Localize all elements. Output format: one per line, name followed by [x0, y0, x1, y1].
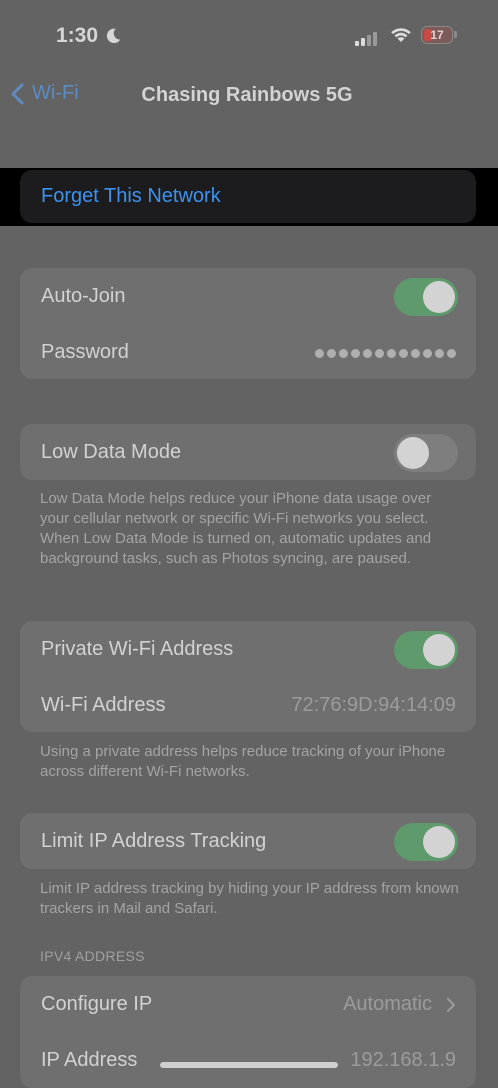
low-data-group: Low Data Mode — [20, 424, 476, 480]
configure-ip-value: Automatic — [343, 993, 432, 1015]
chevron-right-icon — [447, 998, 455, 1012]
navigation-bar: Wi-Fi Chasing Rainbows 5G — [0, 72, 498, 120]
private-address-group: Private Wi-Fi Address Wi-Fi Address 72:7… — [20, 621, 476, 732]
wifi-address-label: Wi-Fi Address — [41, 694, 166, 716]
forget-network-label: Forget This Network — [41, 185, 221, 207]
cellular-signal-icon — [355, 28, 379, 46]
private-address-toggle[interactable] — [394, 631, 458, 669]
auto-join-group: Auto-Join Password — [20, 268, 476, 379]
ip-address-value: 192.168.1.9 — [350, 1049, 456, 1071]
limit-tracking-toggle[interactable] — [394, 823, 458, 861]
low-data-row: Low Data Mode — [20, 424, 476, 480]
password-label: Password — [41, 341, 129, 363]
password-dots — [312, 349, 456, 358]
ipv4-group: Configure IP Automatic IP Address 192.16… — [20, 976, 476, 1088]
wifi-address-row: Wi-Fi Address 72:76:9D:94:14:09 — [20, 677, 476, 733]
configure-ip-row[interactable]: Configure IP Automatic — [20, 976, 476, 1032]
page-title: Chasing Rainbows 5G — [0, 84, 498, 107]
private-address-footnote: Using a private address helps reduce tra… — [40, 743, 446, 780]
ip-address-row: IP Address 192.168.1.9 — [20, 1032, 476, 1088]
wifi-icon — [391, 28, 411, 42]
ipv4-section-header: IPV4 ADDRESS — [40, 948, 145, 964]
limit-tracking-label: Limit IP Address Tracking — [41, 830, 267, 852]
battery-tip — [454, 31, 457, 38]
status-time: 1:30 — [56, 24, 99, 47]
low-data-label: Low Data Mode — [41, 441, 182, 463]
limit-tracking-group: Limit IP Address Tracking — [20, 813, 476, 869]
limit-tracking-row: Limit IP Address Tracking — [20, 813, 476, 869]
configure-ip-label: Configure IP — [41, 993, 153, 1015]
limit-tracking-footnote: Limit IP address tracking by hiding your… — [40, 880, 459, 917]
battery-level: 17 — [430, 28, 444, 42]
auto-join-toggle[interactable] — [394, 278, 458, 316]
private-address-label: Private Wi-Fi Address — [41, 638, 234, 660]
page-title-text: Chasing Rainbows 5G — [141, 84, 353, 106]
auto-join-row: Auto-Join — [20, 268, 476, 324]
moon-icon — [106, 28, 121, 44]
password-row[interactable]: Password — [20, 324, 476, 380]
auto-join-label: Auto-Join — [41, 285, 126, 307]
status-bar: 1:30 17 — [0, 0, 498, 72]
forget-network-button[interactable]: Forget This Network — [20, 170, 476, 223]
low-data-toggle[interactable] — [394, 434, 458, 472]
home-indicator[interactable] — [160, 1062, 338, 1068]
private-address-row: Private Wi-Fi Address — [20, 621, 476, 677]
low-data-footnote: Low Data Mode helps reduce your iPhone d… — [40, 490, 432, 567]
ip-address-label: IP Address — [41, 1049, 138, 1071]
wifi-address-value: 72:76:9D:94:14:09 — [291, 694, 456, 716]
battery-icon: 17 — [421, 26, 453, 44]
